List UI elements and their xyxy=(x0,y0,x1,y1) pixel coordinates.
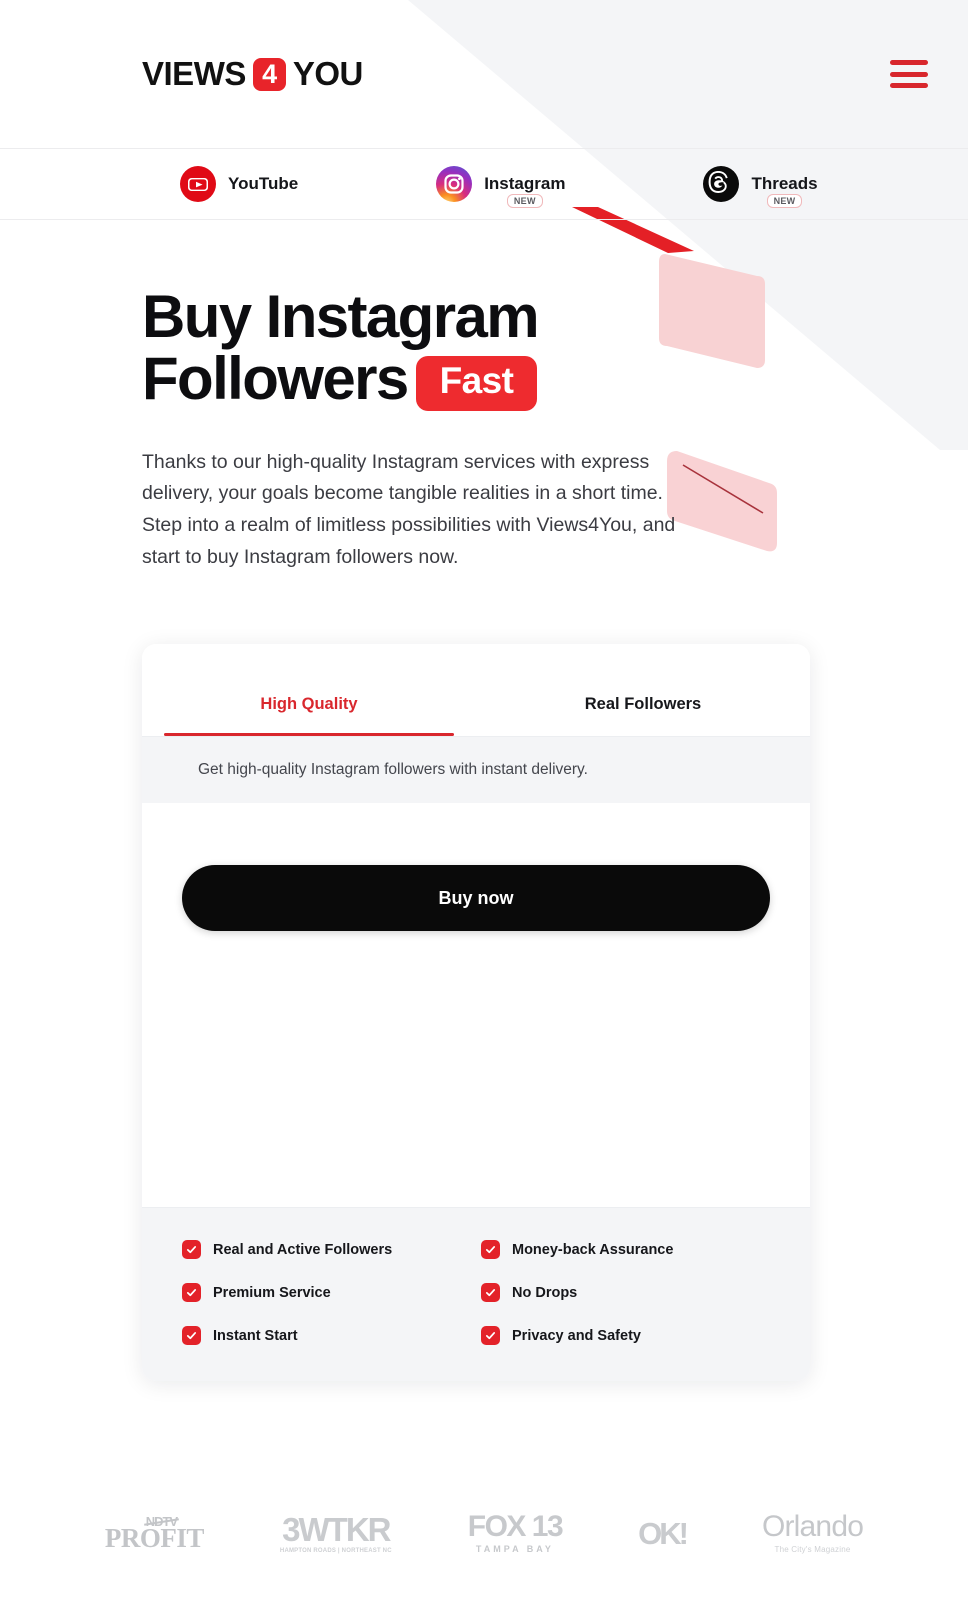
feature-item: Instant Start xyxy=(182,1326,471,1346)
page-title-line-1: Buy Instagram xyxy=(142,283,540,350)
nav-item-instagram-label: Instagram xyxy=(484,174,566,193)
ndtv-profit-logo-main: PROFIT xyxy=(104,1522,205,1553)
feature-label: No Drops xyxy=(512,1284,578,1301)
ndtv-profit-logo-top: NDTV xyxy=(145,1513,178,1529)
feature-item: Money-back Assurance xyxy=(481,1240,770,1260)
check-icon xyxy=(182,1326,201,1346)
platform-nav: YouTube Instagram NEW Threads NEW xyxy=(0,148,968,220)
ok-magazine-logo-main: OK! xyxy=(638,1515,689,1551)
hamburger-icon[interactable] xyxy=(890,60,928,88)
orlando-magazine-logo-main: Orlando xyxy=(761,1510,864,1544)
nav-item-threads-new-badge: NEW xyxy=(766,194,803,208)
instagram-icon xyxy=(436,166,473,202)
orlando-magazine-logo-sub: The City's Magazine xyxy=(774,1545,851,1555)
feature-item: Privacy and Safety xyxy=(481,1326,770,1346)
buy-now-button[interactable]: Buy now xyxy=(182,865,770,932)
feature-label: Premium Service xyxy=(213,1284,331,1301)
nav-item-youtube-text: YouTube xyxy=(228,174,298,194)
nav-item-threads-label: Threads xyxy=(751,174,818,193)
check-icon xyxy=(481,1240,500,1260)
wtkr-logo-sub: HAMPTON ROADS | NORTHEAST NC xyxy=(279,1547,392,1554)
feature-label: Privacy and Safety xyxy=(512,1327,641,1344)
nav-item-threads[interactable]: Threads NEW xyxy=(703,166,818,208)
page-root: VIEWS 4 YOU YouTube Instagram NEW Thread… xyxy=(0,0,968,1600)
fox13-logo: FOX 13 TAMPA BAY xyxy=(467,1510,564,1555)
press-logos-row: NDTV PROFIT 3WTKR HAMPTON ROADS | NORTHE… xyxy=(0,1473,968,1593)
hamburger-bar-2 xyxy=(890,71,928,77)
youtube-icon xyxy=(180,166,216,202)
check-icon xyxy=(481,1283,500,1303)
wtkr-logo-main: 3WTKR xyxy=(282,1510,391,1548)
nav-item-youtube[interactable]: YouTube xyxy=(180,166,298,202)
tab-real-followers[interactable]: Real Followers xyxy=(476,695,810,736)
page-title-fast-badge: Fast xyxy=(415,356,538,411)
ndtv-profit-logo: NDTV PROFIT xyxy=(104,1513,205,1553)
card-subnote: Get high-quality Instagram followers wit… xyxy=(142,736,810,804)
check-icon xyxy=(182,1283,201,1303)
page-title-line-2: Followers xyxy=(142,345,409,413)
ok-magazine-logo: OK! xyxy=(638,1515,689,1551)
nav-item-instagram-new-badge: NEW xyxy=(506,194,543,208)
tab-high-quality[interactable]: High Quality xyxy=(142,695,476,737)
fox13-logo-main: FOX 13 xyxy=(467,1510,564,1544)
feature-item: Premium Service xyxy=(182,1283,471,1303)
nav-item-youtube-label: YouTube xyxy=(228,174,299,193)
feature-label: Real and Active Followers xyxy=(213,1241,393,1258)
nav-item-instagram[interactable]: Instagram NEW xyxy=(436,166,566,208)
logo-text-views: VIEWS xyxy=(142,55,246,92)
logo-text-you: YOU xyxy=(292,55,364,92)
feature-label: Money-back Assurance xyxy=(512,1241,674,1258)
check-icon xyxy=(182,1240,201,1260)
feature-label: Instant Start xyxy=(213,1327,298,1344)
hero-section: Buy Instagram Followers Fast Thanks to ou… xyxy=(0,220,968,573)
logo-badge-four: 4 xyxy=(252,57,286,91)
nav-item-instagram-text: Instagram NEW xyxy=(484,174,566,208)
site-logo[interactable]: VIEWS 4 YOU xyxy=(142,55,363,93)
card-purchase-area: Buy now xyxy=(142,803,810,1208)
hamburger-bar-1 xyxy=(890,60,928,65)
feature-item: Real and Active Followers xyxy=(182,1240,471,1260)
threads-icon xyxy=(703,166,740,202)
check-icon xyxy=(481,1326,500,1346)
product-card: High Quality Real Followers Get high-qua… xyxy=(142,644,810,1382)
page-title: Buy Instagram Followers Fast xyxy=(142,283,762,413)
orlando-magazine-logo: Orlando The City's Magazine xyxy=(761,1510,864,1555)
nav-item-threads-text: Threads NEW xyxy=(751,174,818,208)
wtkr-logo: 3WTKR HAMPTON ROADS | NORTHEAST NC xyxy=(280,1513,392,1554)
card-tabs: High Quality Real Followers xyxy=(142,644,810,737)
feature-item: No Drops xyxy=(481,1283,770,1303)
hamburger-bar-3 xyxy=(890,83,928,88)
hero-paragraph: Thanks to our high-quality Instagram ser… xyxy=(142,450,676,568)
card-features-list: Real and Active Followers Money-back Ass… xyxy=(142,1207,810,1382)
site-header: VIEWS 4 YOU xyxy=(0,0,968,148)
fox13-logo-sub: TAMPA BAY xyxy=(475,1544,554,1555)
